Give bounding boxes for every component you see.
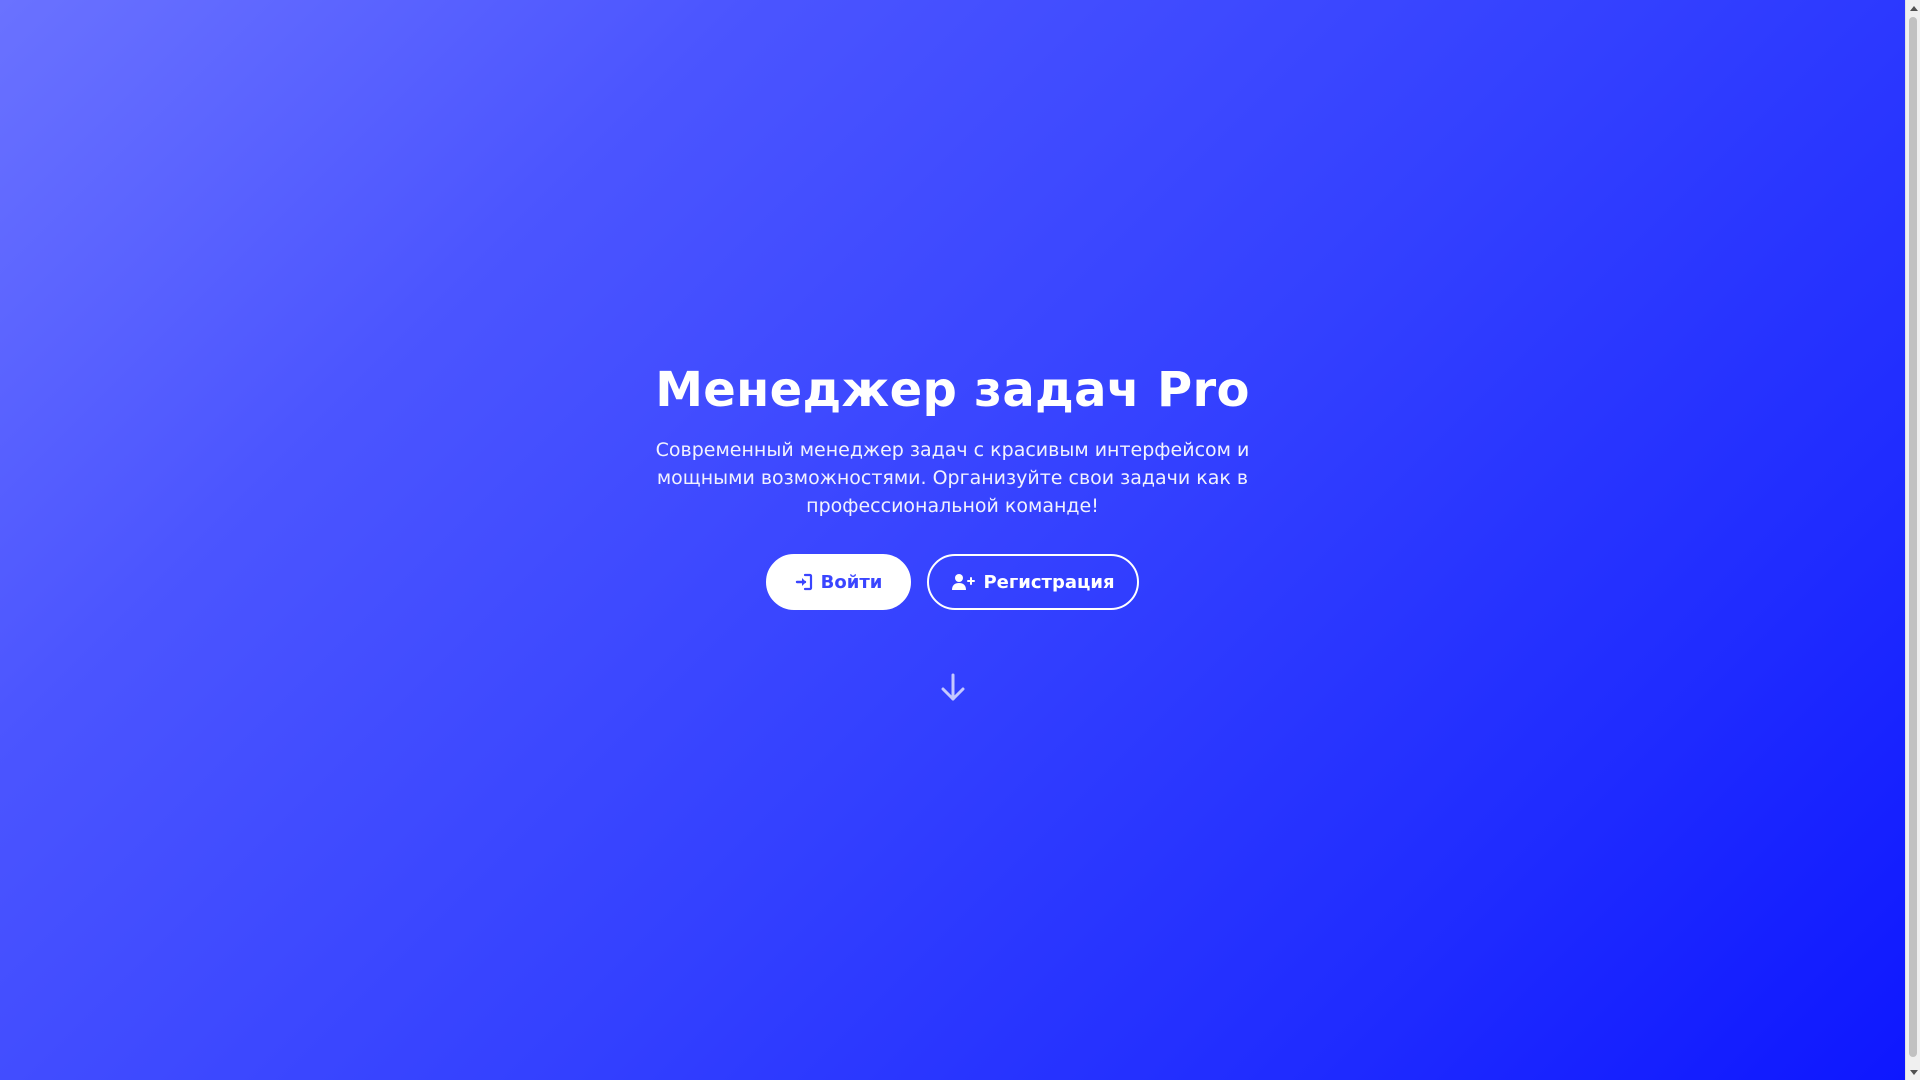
login-button-label: Войти bbox=[820, 571, 883, 593]
hero-section: Менеджер задач Pro Современный менеджер … bbox=[0, 0, 1905, 1080]
arrow-down-icon bbox=[940, 673, 966, 703]
hero-buttons: Войти Регистрация bbox=[766, 554, 1139, 610]
triangle-up-icon bbox=[1909, 5, 1918, 11]
sign-in-icon bbox=[795, 573, 813, 591]
vertical-scrollbar[interactable] bbox=[1905, 0, 1920, 1080]
hero-subtitle: Современный менеджер задач с красивым ин… bbox=[655, 439, 1250, 517]
scrollbar-thumb[interactable] bbox=[1909, 17, 1917, 1057]
register-button-label: Регистрация bbox=[983, 571, 1115, 593]
scroll-down-button[interactable] bbox=[1906, 1065, 1920, 1080]
triangle-down-icon bbox=[1909, 1069, 1918, 1076]
page-background: Менеджер задач Pro Современный менеджер … bbox=[0, 0, 1905, 1080]
page-title: Менеджер задач Pro bbox=[655, 362, 1250, 418]
scroll-down-arrow[interactable] bbox=[938, 672, 968, 704]
register-button[interactable]: Регистрация bbox=[927, 554, 1139, 610]
scroll-up-button[interactable] bbox=[1906, 0, 1920, 15]
user-plus-icon bbox=[951, 573, 976, 591]
login-button[interactable]: Войти bbox=[766, 554, 911, 610]
